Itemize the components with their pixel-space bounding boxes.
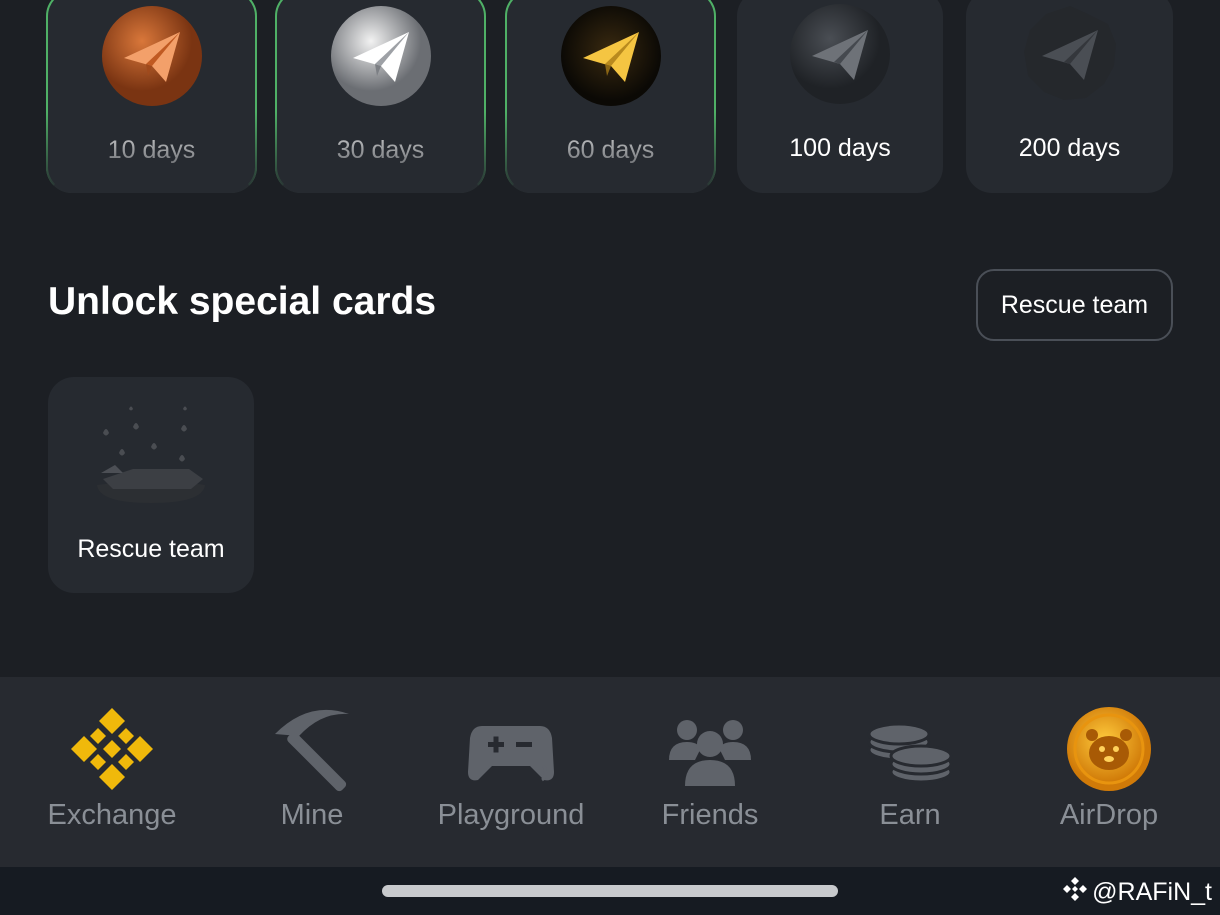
coins-icon <box>866 705 954 793</box>
nav-item-airdrop[interactable]: AirDrop <box>1009 677 1209 867</box>
watermark-text: @RAFiN_t <box>1092 878 1212 906</box>
system-navigation-bar: @RAFiN_t <box>0 867 1220 915</box>
nav-label: Earn <box>879 799 941 831</box>
home-indicator[interactable] <box>382 885 838 897</box>
binance-logo-icon <box>1062 876 1088 909</box>
hamster-coin-icon <box>1065 705 1153 793</box>
nav-label: AirDrop <box>1059 799 1159 831</box>
nav-label: Playground <box>437 799 585 831</box>
nav-label: Exchange <box>47 799 177 831</box>
rescue-team-spaceship-icon <box>93 399 213 509</box>
nav-label: Mine <box>280 799 344 831</box>
streak-card-10-days[interactable]: 10 days <box>46 0 257 193</box>
nav-item-exchange[interactable]: Exchange <box>12 677 212 867</box>
streak-label: 60 days <box>566 136 655 164</box>
streak-label: 10 days <box>107 136 196 164</box>
streak-card-200-days[interactable]: 200 days <box>966 0 1173 193</box>
rescue-team-filter-button[interactable]: Rescue team <box>976 269 1173 341</box>
diamond-plane-icon <box>1018 2 1122 106</box>
nav-item-friends[interactable]: Friends <box>610 677 810 867</box>
nav-item-playground[interactable]: Playground <box>411 677 611 867</box>
streak-card-100-days[interactable]: 100 days <box>737 0 943 193</box>
nav-label: Friends <box>661 799 759 831</box>
bottom-nav: Exchange Mine Playground Friends Earn Ai… <box>0 677 1220 867</box>
nav-item-earn[interactable]: Earn <box>810 677 1010 867</box>
friends-icon <box>666 705 754 793</box>
nav-item-mine[interactable]: Mine <box>212 677 412 867</box>
streak-card-60-days[interactable]: 60 days <box>505 0 716 193</box>
binance-icon <box>68 705 156 793</box>
special-card-label: Rescue team <box>77 535 225 563</box>
bronze-plane-icon <box>100 4 204 108</box>
section-title: Unlock special cards <box>48 280 437 323</box>
pickaxe-icon <box>268 705 356 793</box>
platinum-plane-icon <box>788 2 892 106</box>
gamepad-icon <box>467 705 555 793</box>
watermark: @RAFiN_t <box>1062 876 1212 909</box>
streak-label: 100 days <box>789 134 891 162</box>
streak-card-30-days[interactable]: 30 days <box>275 0 486 193</box>
silver-plane-icon <box>329 4 433 108</box>
streak-label: 200 days <box>1018 134 1121 162</box>
streak-label: 30 days <box>336 136 425 164</box>
gold-plane-icon <box>559 4 663 108</box>
special-card-rescue-team[interactable]: Rescue team <box>48 377 254 593</box>
